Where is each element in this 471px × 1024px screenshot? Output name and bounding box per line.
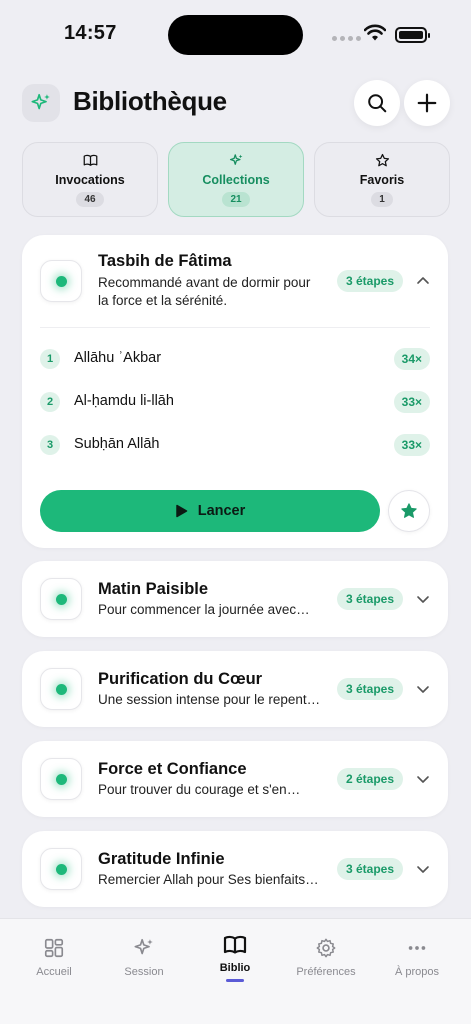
tab-invocations[interactable]: Invocations 46 <box>22 142 158 217</box>
steps-badge: 3 étapes <box>337 588 404 610</box>
sparkles-icon <box>229 154 242 165</box>
list-item: 1 Allāhu ʾAkbar 34× <box>40 347 430 373</box>
add-button[interactable] <box>404 80 450 126</box>
tabbar-label: Biblio <box>219 962 251 974</box>
step-number: 1 <box>40 349 60 369</box>
collection-card[interactable]: Purification du Cœur Une session intense… <box>22 651 448 727</box>
active-indicator <box>226 979 244 982</box>
search-icon <box>368 94 387 113</box>
list-item: 3 Subḥān Allāh 33× <box>40 433 430 459</box>
collection-name: Purification du Cœur <box>98 670 263 688</box>
tabbar-label: Accueil <box>36 966 72 978</box>
tab-favoris[interactable]: Favoris 1 <box>314 142 450 217</box>
tab-label: Favoris <box>359 173 405 187</box>
collection-description: Pour commencer la journée avec… <box>98 602 310 617</box>
tab-count: 46 <box>76 192 104 207</box>
tabbar-label: Session <box>124 966 164 978</box>
tab-label: Collections <box>202 173 270 187</box>
collection-description: Recommandé avant de dormir pour la force… <box>98 275 311 308</box>
divider <box>40 327 430 328</box>
plus-icon <box>417 93 437 113</box>
status-dot-icon <box>40 260 82 302</box>
step-repetitions: 33× <box>393 434 430 456</box>
launch-label: Lancer <box>197 503 246 519</box>
status-bar: 14:57 <box>0 0 471 70</box>
more-icon <box>408 946 426 950</box>
favorite-button[interactable] <box>388 490 430 532</box>
steps-badge: 2 étapes <box>337 768 404 790</box>
status-time: 14:57 <box>64 22 117 44</box>
tabbar-item-biblio[interactable]: Biblio <box>188 933 282 982</box>
status-dot-icon <box>40 578 82 620</box>
battery-icon <box>395 27 430 43</box>
collection-description: Une session intense pour le repent… <box>98 692 321 707</box>
library-tabs: Invocations 46 Collections 21 Favoris 1 <box>22 142 450 217</box>
star-icon <box>375 153 389 167</box>
chevron-down-icon[interactable] <box>415 591 431 607</box>
dynamic-island <box>168 15 303 55</box>
collection-description: Pour trouver du courage et s'en… <box>98 782 301 797</box>
tab-label: Invocations <box>55 173 125 187</box>
tabbar-label: Préférences <box>296 966 356 978</box>
steps-badge: 3 étapes <box>337 858 404 880</box>
book-icon <box>83 154 97 166</box>
step-text: Subḥān Allāh <box>74 436 160 452</box>
collection-card[interactable]: Force et Confiance Pour trouver du coura… <box>22 741 448 817</box>
collection-card-expanded: Tasbih de Fâtima Recommandé avant de dor… <box>22 235 448 548</box>
grid-icon <box>44 938 64 958</box>
collection-name: Force et Confiance <box>98 760 247 778</box>
tabbar-item-accueil[interactable]: Accueil <box>7 937 101 978</box>
status-dot-icon <box>40 848 82 890</box>
steps-badge: 3 étapes <box>337 270 404 292</box>
tabbar-item-session[interactable]: Session <box>97 937 191 978</box>
step-number: 3 <box>40 435 60 455</box>
step-repetitions: 33× <box>393 391 430 413</box>
cellular-signal-icon <box>332 36 361 41</box>
tabbar-item-preferences[interactable]: Préférences <box>279 937 373 978</box>
play-icon <box>175 504 187 518</box>
tab-count: 1 <box>371 192 393 207</box>
tabbar-item-a-propos[interactable]: À propos <box>370 937 464 978</box>
tab-count: 21 <box>222 192 250 207</box>
collection-card[interactable]: Matin Paisible Pour commencer la journée… <box>22 561 448 637</box>
collection-name: Matin Paisible <box>98 580 209 598</box>
tabbar-label: À propos <box>394 966 440 978</box>
wifi-icon <box>364 24 386 41</box>
collection-description: Remercier Allah pour Ses bienfaits… <box>98 872 319 887</box>
chevron-down-icon[interactable] <box>415 681 431 697</box>
search-button[interactable] <box>354 80 400 126</box>
chevron-down-icon[interactable] <box>415 861 431 877</box>
step-text: Al-ḥamdu li-llāh <box>74 393 174 409</box>
book-icon <box>223 935 247 954</box>
page-title: Bibliothèque <box>73 86 227 116</box>
step-repetitions: 34× <box>393 348 430 370</box>
collection-card[interactable]: Gratitude Infinie Remercier Allah pour S… <box>22 831 448 907</box>
sparkles-icon <box>22 84 60 122</box>
star-icon <box>401 503 417 518</box>
list-item: 2 Al-ḥamdu li-llāh 33× <box>40 390 430 416</box>
collection-name: Gratitude Infinie <box>98 850 225 868</box>
sparkles-icon <box>134 938 153 955</box>
bottom-tab-bar: Accueil Session Biblio Préférences À pro… <box>0 918 471 1024</box>
step-number: 2 <box>40 392 60 412</box>
launch-button[interactable]: Lancer <box>40 490 380 532</box>
gear-icon <box>316 938 336 958</box>
steps-badge: 3 étapes <box>337 678 404 700</box>
status-dot-icon <box>40 668 82 710</box>
step-text: Allāhu ʾAkbar <box>74 350 162 366</box>
collection-name: Tasbih de Fâtima <box>98 252 232 270</box>
chevron-down-icon[interactable] <box>415 771 431 787</box>
chevron-up-icon[interactable] <box>415 273 431 289</box>
status-dot-icon <box>40 758 82 800</box>
tab-collections[interactable]: Collections 21 <box>168 142 304 217</box>
